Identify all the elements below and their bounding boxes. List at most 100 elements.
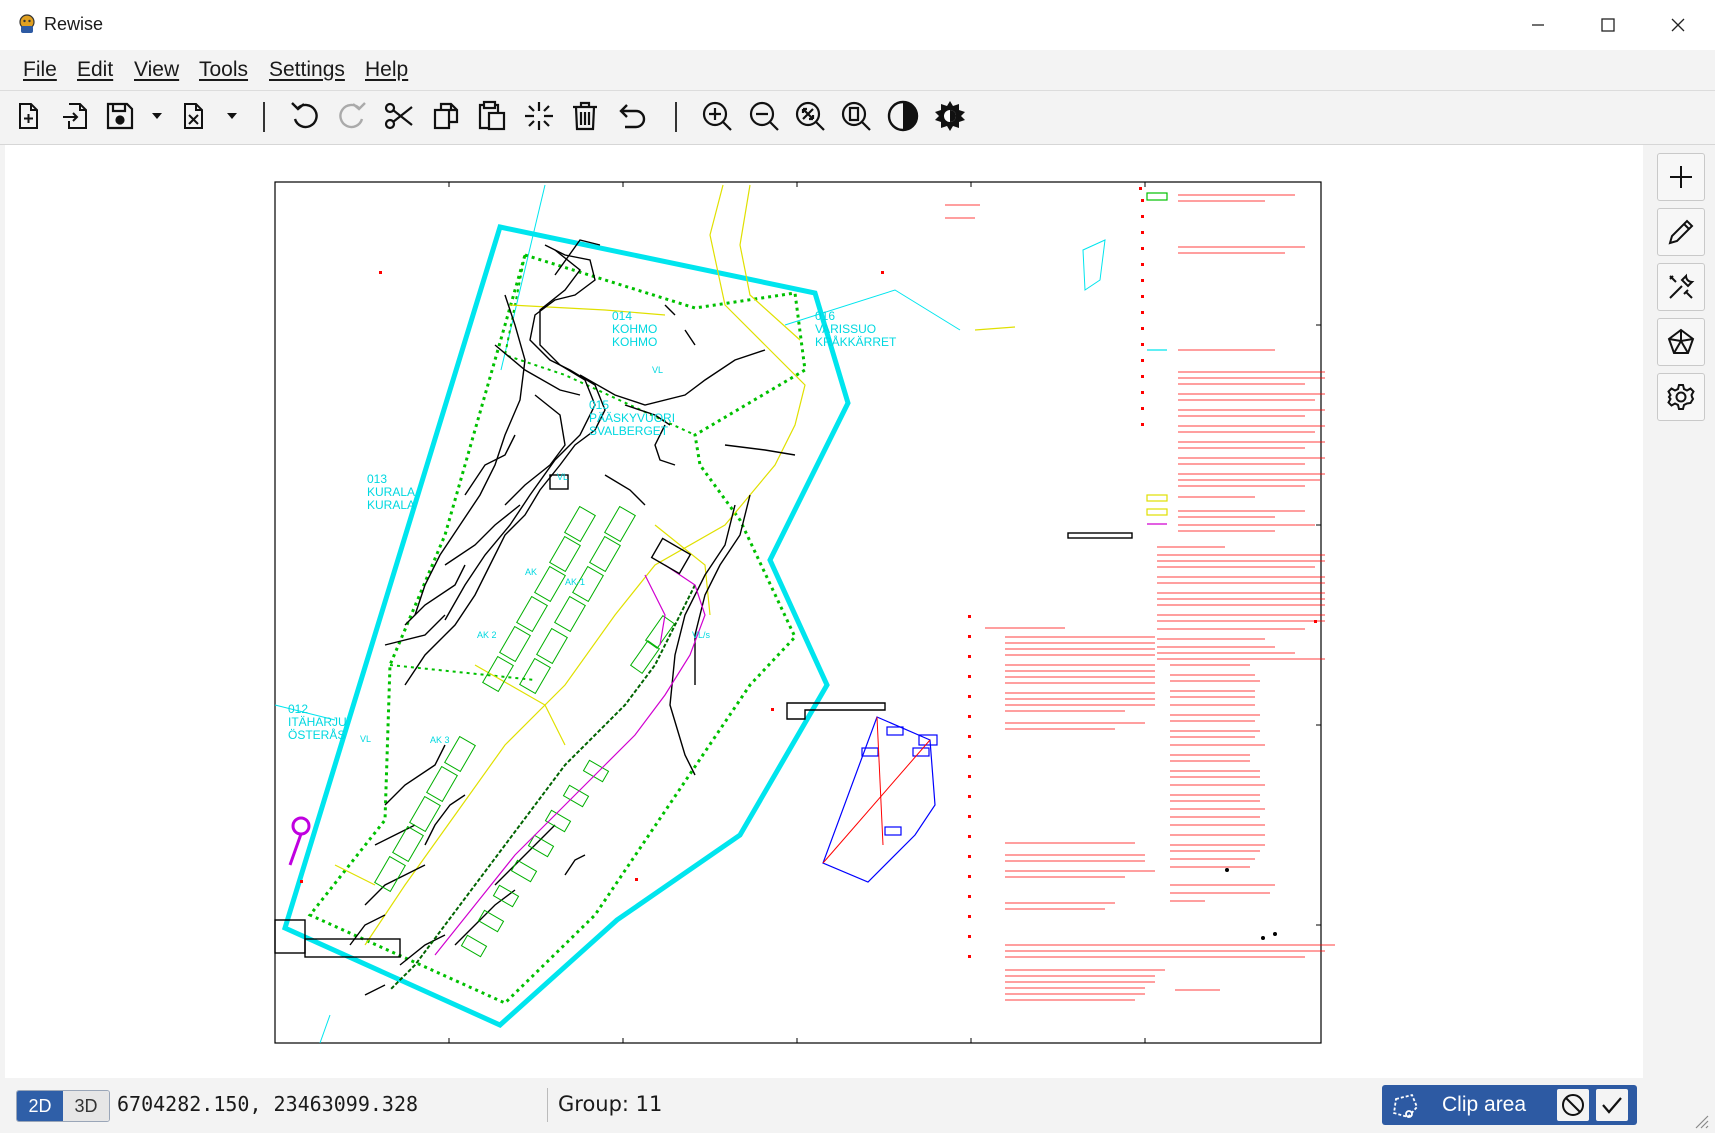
close-file-dropdown[interactable] xyxy=(223,96,241,136)
save-dropdown[interactable] xyxy=(148,96,166,136)
clip-area-icon[interactable] xyxy=(1390,1091,1420,1121)
menu-edit[interactable]: Edit xyxy=(77,58,113,82)
undo-button[interactable] xyxy=(285,96,325,136)
clip-confirm-button[interactable] xyxy=(1596,1089,1628,1121)
zoom-fit-button[interactable] xyxy=(790,96,830,136)
area-label-fi: VARISSUO xyxy=(815,322,876,336)
area-label-code: 013 xyxy=(367,472,387,486)
area-label-code: 015 xyxy=(589,398,609,412)
area-label-fi: KURALA xyxy=(367,485,415,499)
zoom-fit-icon xyxy=(795,101,825,131)
cut-button[interactable] xyxy=(379,96,419,136)
minimize-icon xyxy=(1532,24,1544,26)
redo-icon xyxy=(339,102,366,129)
menu-file[interactable]: File xyxy=(23,58,57,82)
undo-icon xyxy=(291,102,318,129)
select-all-icon xyxy=(525,102,553,130)
cad-drawing[interactable]: 014 KOHMO KOHMO 016 VARISSUO KRÅKKÄRRET … xyxy=(5,145,1643,1078)
delete-button[interactable] xyxy=(565,96,605,136)
drawing-canvas[interactable]: 014 KOHMO KOHMO 016 VARISSUO KRÅKKÄRRET … xyxy=(5,145,1643,1078)
area-label-code: 014 xyxy=(612,309,632,323)
add-button[interactable] xyxy=(1657,153,1705,201)
shape-icon xyxy=(1667,328,1695,354)
mode-3d-button[interactable]: 3D xyxy=(63,1091,109,1121)
new-file-button[interactable] xyxy=(8,96,48,136)
zoom-in-button[interactable] xyxy=(697,96,737,136)
resize-grip-icon[interactable] xyxy=(1690,1110,1710,1130)
zoom-page-icon xyxy=(841,101,871,131)
checkmark-icon xyxy=(1602,1097,1622,1114)
cut-icon xyxy=(384,102,413,130)
toolbar xyxy=(0,91,1715,145)
area-label-fi: PÄÄSKYVUORI xyxy=(589,411,675,425)
area-label-fi: KOHMO xyxy=(612,322,657,336)
status-separator xyxy=(547,1088,548,1122)
group-indicator: Group: 11 xyxy=(558,1092,663,1116)
shape-button[interactable] xyxy=(1657,318,1705,366)
select-all-button[interactable] xyxy=(519,96,559,136)
zone-label: AK 3 xyxy=(430,735,450,745)
mode-2d-button[interactable]: 2D xyxy=(17,1091,63,1121)
zoom-page-button[interactable] xyxy=(836,96,876,136)
menu-bar: File Edit View Tools Settings Help xyxy=(0,50,1715,91)
redo-button[interactable] xyxy=(332,96,372,136)
area-label-code: 016 xyxy=(815,309,835,323)
save-button[interactable] xyxy=(100,96,140,136)
menu-view[interactable]: View xyxy=(134,58,179,82)
copy-button[interactable] xyxy=(426,96,466,136)
tools-icon xyxy=(1669,273,1695,299)
edit-pencil-icon xyxy=(1668,219,1694,245)
brightness-icon xyxy=(935,101,965,131)
zone-label: VL/s xyxy=(692,630,711,640)
area-label-sv: KURALA xyxy=(367,498,415,512)
clip-area-label[interactable]: Clip area xyxy=(1442,1093,1526,1117)
import-button[interactable] xyxy=(55,96,95,136)
side-tool-panel xyxy=(1644,145,1715,1078)
revert-button[interactable] xyxy=(612,96,652,136)
edit-button[interactable] xyxy=(1657,208,1705,256)
menu-tools[interactable]: Tools xyxy=(199,58,248,82)
zone-label: AK-1 xyxy=(565,577,585,587)
area-label-code: 012 xyxy=(288,702,308,716)
settings-gear-icon xyxy=(1667,384,1695,410)
new-file-icon xyxy=(19,103,38,129)
copy-icon xyxy=(433,102,459,130)
paste-button[interactable] xyxy=(472,96,512,136)
zone-label: AK 2 xyxy=(477,630,497,640)
toolbar-separator xyxy=(263,102,265,132)
chevron-down-icon xyxy=(227,113,237,119)
area-label-sv: SVALBERGET xyxy=(589,424,669,438)
settings-button[interactable] xyxy=(1657,373,1705,421)
close-window-button[interactable] xyxy=(1643,0,1713,50)
menu-settings[interactable]: Settings xyxy=(269,58,345,82)
chevron-down-icon xyxy=(152,113,162,119)
zone-label: VL xyxy=(652,365,663,375)
brightness-button[interactable] xyxy=(930,96,970,136)
revert-icon xyxy=(619,104,646,129)
cursor-coordinates: 6704282.150, 23463099.328 xyxy=(117,1092,419,1116)
view-mode-toggle: 2D 3D xyxy=(16,1090,110,1122)
paste-icon xyxy=(478,100,506,131)
area-label-sv: KOHMO xyxy=(612,335,657,349)
area-label-fi: ITÄHARJU xyxy=(288,715,347,729)
tools-button[interactable] xyxy=(1657,263,1705,311)
clip-cancel-button[interactable] xyxy=(1557,1089,1589,1121)
zoom-out-icon xyxy=(749,101,779,131)
area-label-sv: ÖSTERÅS xyxy=(288,727,345,742)
minimize-button[interactable] xyxy=(1503,0,1573,50)
close-icon xyxy=(1671,18,1685,32)
zoom-out-button[interactable] xyxy=(744,96,784,136)
maximize-button[interactable] xyxy=(1573,0,1643,50)
close-file-button[interactable] xyxy=(174,96,214,136)
menu-help[interactable]: Help xyxy=(365,58,408,82)
clip-area-panel: Clip area xyxy=(1382,1085,1637,1125)
save-icon xyxy=(106,102,134,130)
close-file-icon xyxy=(184,103,203,129)
contrast-button[interactable] xyxy=(883,96,923,136)
add-icon xyxy=(1670,166,1692,188)
area-label-sv: KRÅKKÄRRET xyxy=(815,334,897,349)
title-bar: Rewise xyxy=(0,0,1715,50)
app-title: Rewise xyxy=(44,14,104,34)
zone-label: AK xyxy=(525,567,537,577)
import-icon xyxy=(63,103,87,129)
